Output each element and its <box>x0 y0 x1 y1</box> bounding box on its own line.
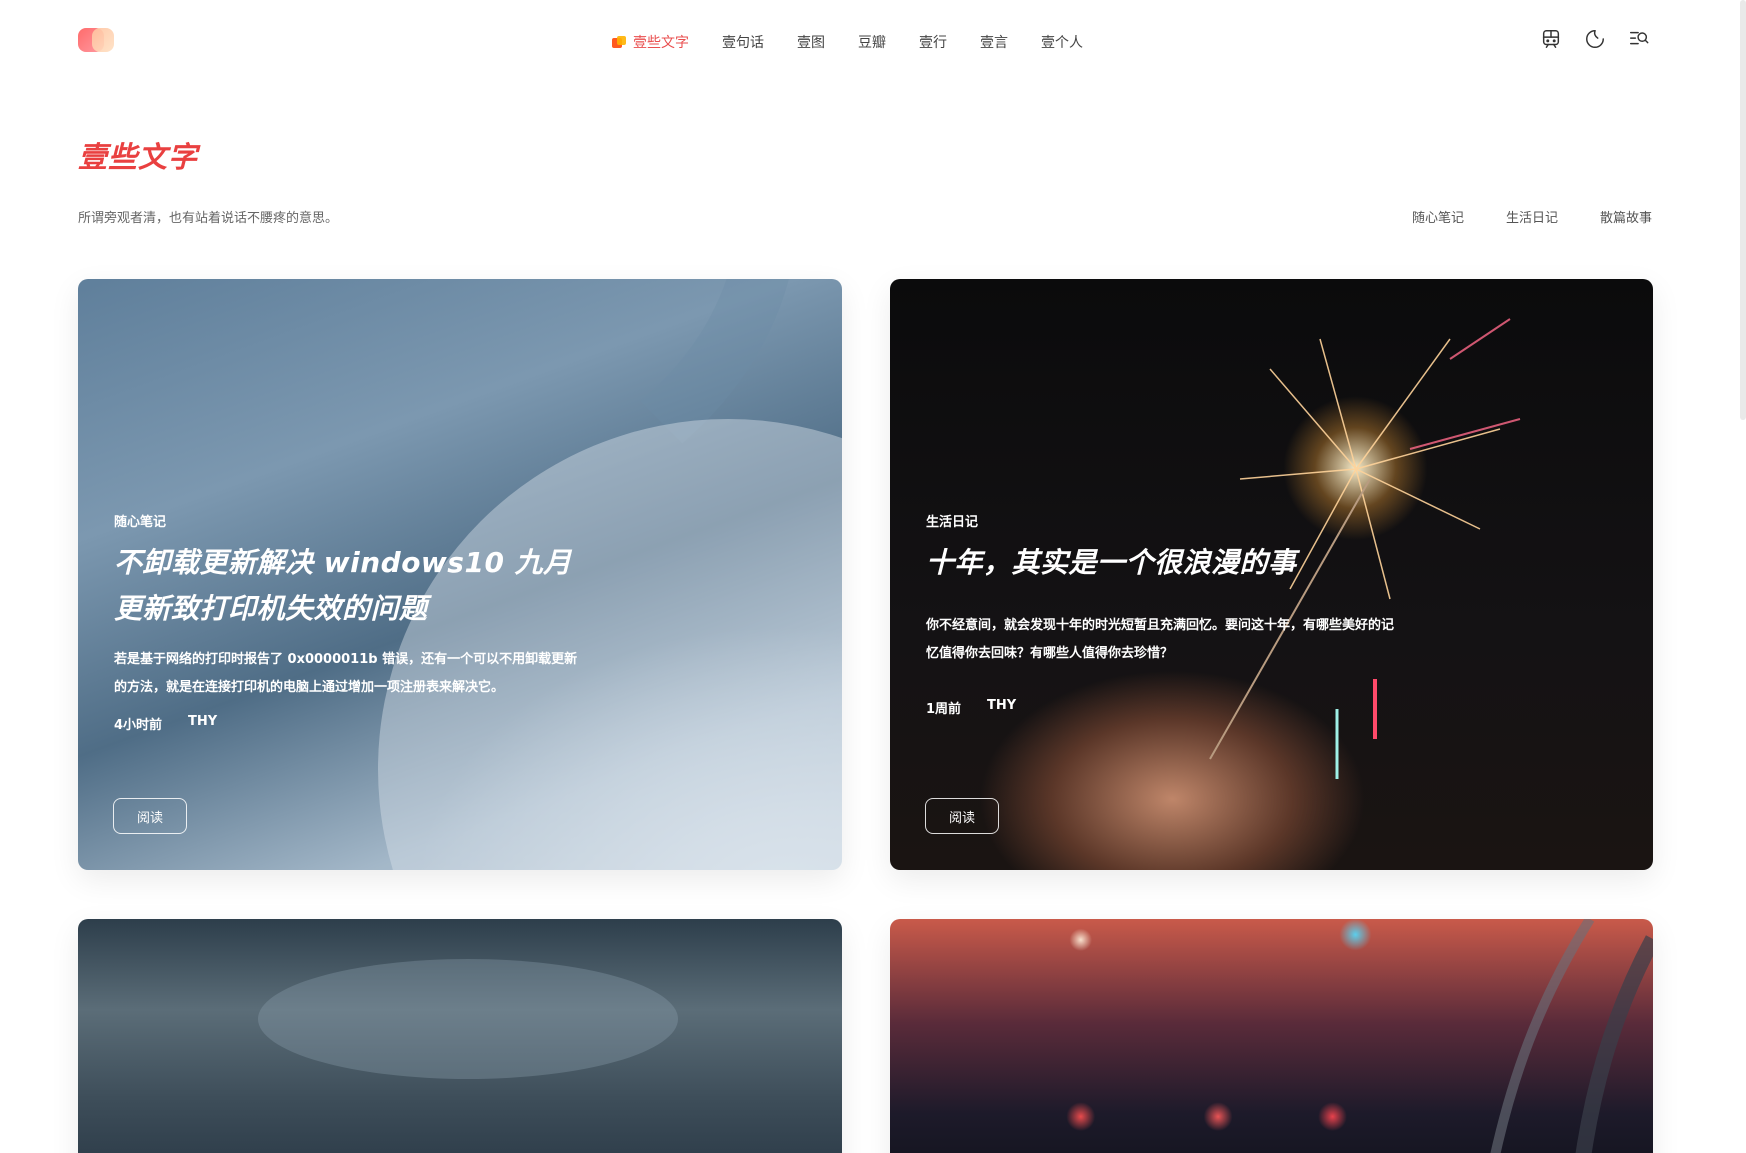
nav-item-articles[interactable]: 壹些文字 <box>612 32 689 52</box>
post-content: 生活日记 十年，其实是一个很浪漫的事 你不经意间，就会发现十年的时光短暂且充满回… <box>926 511 1396 717</box>
post-card[interactable] <box>78 919 842 1153</box>
site-header: 壹些文字 壹句话 壹图 豆瓣 壹行 壹言 壹个人 <box>0 0 1746 84</box>
post-category[interactable]: 生活日记 <box>926 511 1396 530</box>
post-title[interactable]: 不卸载更新解决 windows10 九月更新致打印机失效的问题 <box>114 540 584 632</box>
page-title: 壹些文字 <box>78 140 199 174</box>
nav-item-pictures[interactable]: 壹图 <box>797 32 825 52</box>
post-author[interactable]: THY <box>188 714 217 733</box>
post-excerpt: 你不经意间，就会发现十年的时光短暂且充满回忆。要问这十年，有哪些美好的记忆值得你… <box>926 618 1395 661</box>
nav-item-label: 壹句话 <box>722 35 764 51</box>
active-nav-icon <box>612 36 626 48</box>
nav-item-label: 壹个人 <box>1041 35 1083 51</box>
nav-item-label: 壹行 <box>919 35 947 51</box>
nav-item-label: 豆瓣 <box>858 35 886 51</box>
post-card[interactable]: 随心笔记 不卸载更新解决 windows10 九月更新致打印机失效的问题 若是基… <box>78 279 842 870</box>
moon-icon[interactable] <box>1584 28 1606 50</box>
category-links: 随心笔记 生活日记 散篇故事 <box>1412 207 1652 226</box>
site-logo[interactable] <box>78 28 114 52</box>
post-content: 随心笔记 不卸载更新解决 windows10 九月更新致打印机失效的问题 若是基… <box>114 511 584 733</box>
read-button[interactable]: 阅读 <box>113 798 187 834</box>
subway-icon[interactable] <box>1540 28 1562 50</box>
post-card[interactable]: 生活日记 十年，其实是一个很浪漫的事 你不经意间，就会发现十年的时光短暂且充满回… <box>890 279 1653 870</box>
nav-item-douban[interactable]: 豆瓣 <box>858 32 886 52</box>
category-link-diary[interactable]: 生活日记 <box>1506 207 1558 226</box>
post-time: 1周前 <box>926 702 962 717</box>
nav-item-words[interactable]: 壹言 <box>980 32 1008 52</box>
background-texture <box>258 959 678 1079</box>
main-nav: 壹些文字 壹句话 壹图 豆瓣 壹行 壹言 壹个人 <box>612 30 1116 54</box>
post-author[interactable]: THY <box>987 698 1016 717</box>
read-button[interactable]: 阅读 <box>925 798 999 834</box>
post-time: 4小时前 <box>114 718 163 733</box>
nav-item-sentences[interactable]: 壹句话 <box>722 32 764 52</box>
post-meta: 1周前 THY <box>926 698 1396 717</box>
category-link-notes[interactable]: 随心笔记 <box>1412 207 1464 226</box>
post-meta: 4小时前 THY <box>114 714 584 733</box>
post-title[interactable]: 十年，其实是一个很浪漫的事 <box>926 540 1396 586</box>
scrollbar[interactable] <box>1740 0 1746 420</box>
nav-item-label: 壹些文字 <box>633 35 689 51</box>
search-list-icon[interactable] <box>1628 28 1650 50</box>
header-tools <box>1540 28 1650 50</box>
nav-item-travel[interactable]: 壹行 <box>919 32 947 52</box>
night-road-art <box>1490 919 1653 1153</box>
post-excerpt: 若是基于网络的打印时报告了 0x0000011b 错误，还有一个可以不用卸载更新… <box>114 652 578 695</box>
nav-item-label: 壹图 <box>797 35 825 51</box>
post-category[interactable]: 随心笔记 <box>114 511 584 530</box>
nav-item-about[interactable]: 壹个人 <box>1041 32 1083 52</box>
nav-item-label: 壹言 <box>980 35 1008 51</box>
post-card[interactable] <box>890 919 1653 1153</box>
category-link-stories[interactable]: 散篇故事 <box>1600 207 1652 226</box>
page-subtitle: 所谓旁观者清，也有站着说话不腰疼的意思。 <box>78 211 339 226</box>
